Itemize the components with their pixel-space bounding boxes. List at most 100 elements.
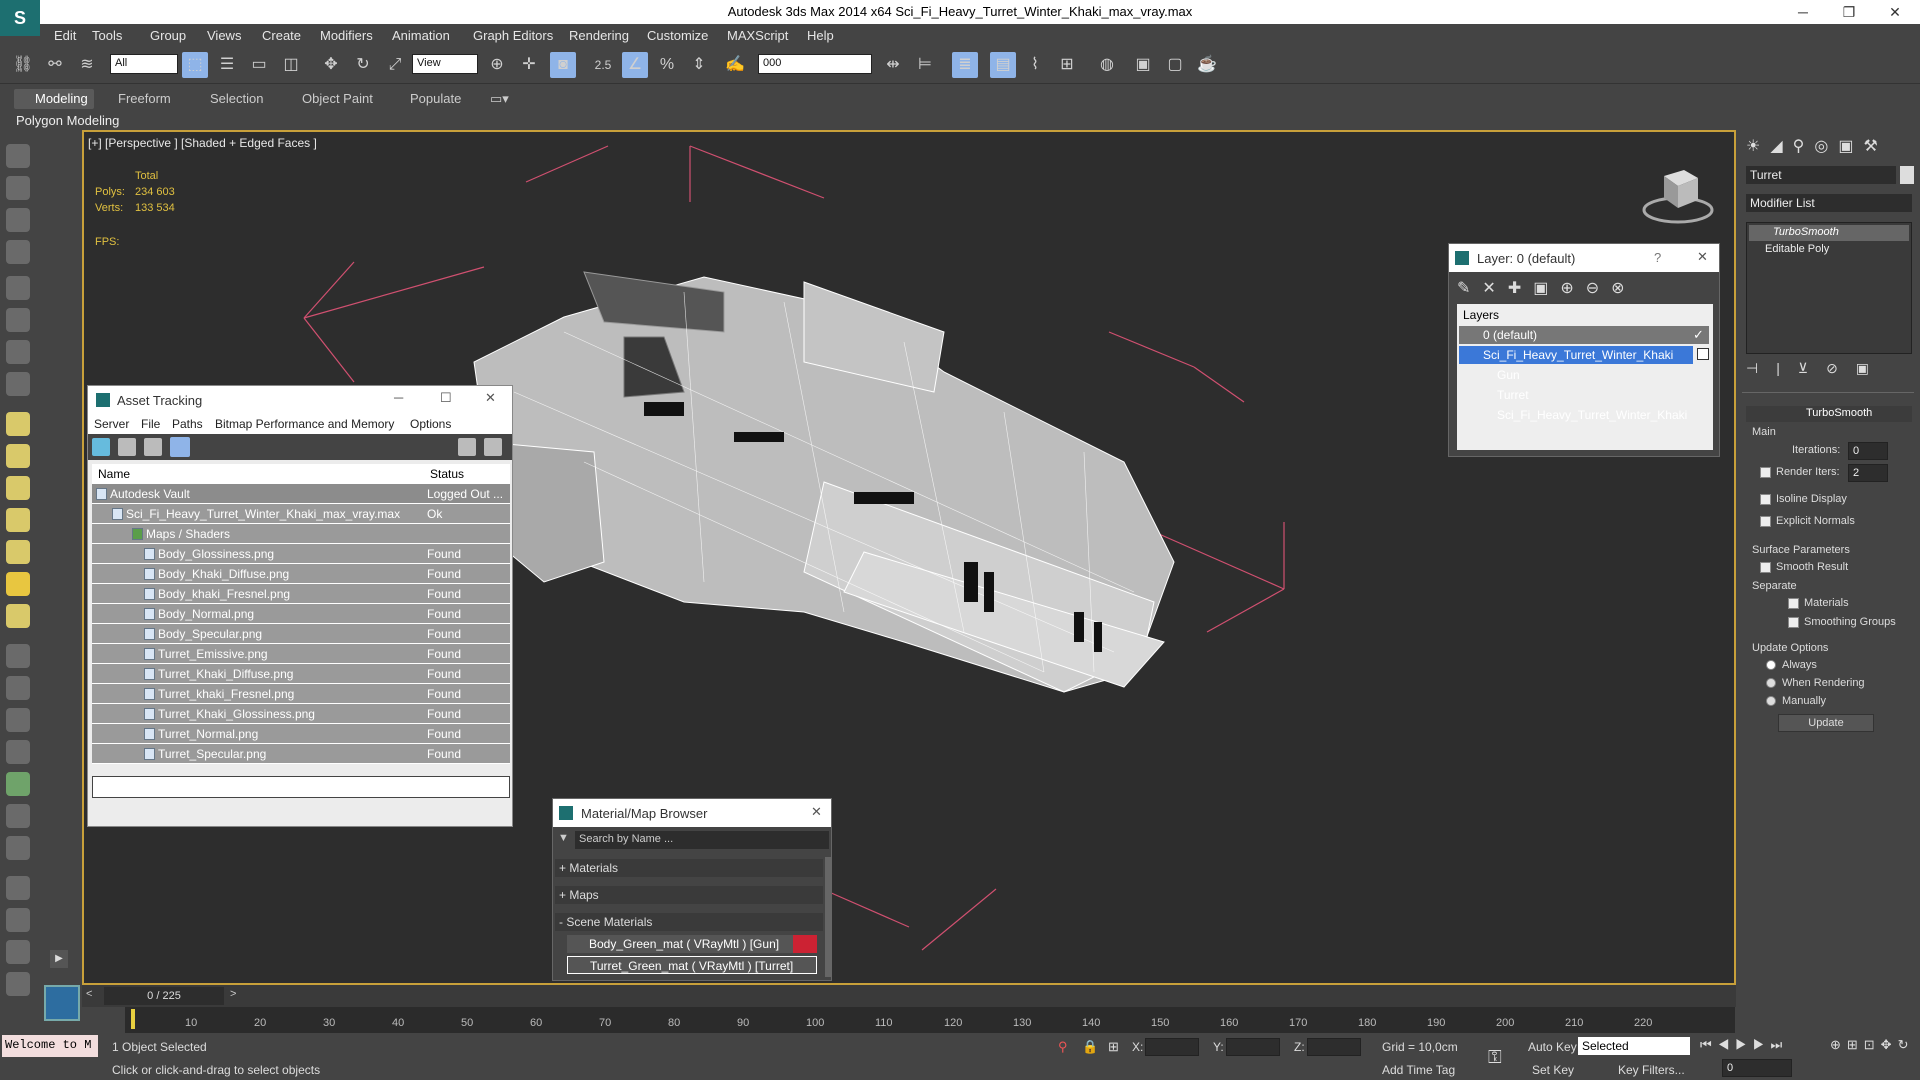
list-view-icon[interactable]	[118, 438, 136, 456]
cylinder-icon[interactable]	[6, 476, 30, 500]
close-icon[interactable]: ✕	[1872, 0, 1918, 24]
render-frame-icon[interactable]	[6, 176, 30, 200]
close-icon[interactable]: ✕	[1697, 249, 1708, 265]
scene-icon[interactable]	[6, 940, 30, 964]
layer-toolbar-icons[interactable]: ✎✕✚▣⊕⊖⊗	[1457, 278, 1637, 298]
ribbon-options-icon[interactable]: ▭▾	[490, 91, 509, 107]
layer-manager-icon[interactable]: ≣	[952, 52, 978, 78]
select-manipulate-icon[interactable]: ✛	[516, 52, 542, 78]
asset-path-field[interactable]	[92, 776, 510, 798]
cone-icon[interactable]	[6, 540, 30, 564]
stack-item-editable-poly[interactable]: Editable Poly	[1749, 242, 1909, 258]
graphite-toggle-icon[interactable]: ▤	[990, 52, 1016, 78]
pivot-center-icon[interactable]: ⊕	[484, 52, 510, 78]
helper-icon[interactable]	[6, 676, 30, 700]
edit-named-sel-icon[interactable]: ✍	[722, 52, 748, 78]
rect-selection-icon[interactable]: ▭	[246, 52, 272, 78]
menu-modifiers[interactable]: Modifiers	[320, 28, 373, 43]
ik-icon[interactable]	[6, 708, 30, 732]
menu-options[interactable]: Options	[410, 417, 451, 431]
angle-snap-icon[interactable]: ∠	[622, 52, 648, 78]
bind-space-warp-icon[interactable]: ≋	[74, 52, 100, 78]
asset-tracking-titlebar[interactable]: Asset Tracking ─ ☐ ✕	[88, 386, 512, 414]
materials-checkbox[interactable]	[1788, 598, 1799, 609]
isoline-checkbox[interactable]	[1760, 494, 1771, 505]
scale-icon[interactable]: ⤢	[382, 52, 408, 78]
app-logo-icon[interactable]: S	[0, 0, 40, 36]
checkmark-icon[interactable]: ✓	[1693, 327, 1704, 343]
viewcube-icon[interactable]	[1642, 166, 1714, 226]
prev-frame-icon[interactable]: <	[86, 988, 92, 1000]
stars-icon[interactable]	[6, 644, 30, 668]
x-coord-field[interactable]	[1145, 1038, 1199, 1056]
update-button[interactable]: Update	[1778, 714, 1874, 732]
table-row[interactable]: Turret_Normal.png Found	[92, 724, 510, 744]
rollout-header[interactable]: TurboSmooth	[1746, 406, 1912, 422]
globe-icon[interactable]	[6, 740, 30, 764]
ear-icon[interactable]	[6, 340, 30, 364]
link-icon[interactable]: ⛓	[10, 52, 36, 78]
auto-key-button[interactable]: Auto Key	[1528, 1040, 1577, 1054]
menu-customize[interactable]: Customize	[647, 28, 708, 43]
sun-icon[interactable]	[6, 572, 30, 596]
close-icon[interactable]: ✕	[485, 390, 496, 406]
current-frame-marker[interactable]	[131, 1009, 135, 1029]
curve-editor-icon[interactable]: ⌇	[1022, 52, 1048, 78]
selection-filter-dropdown[interactable]: All	[110, 54, 178, 74]
material-item-turret[interactable]: Turret_Green_mat ( VRayMtl ) [Turret]	[567, 956, 817, 974]
material-titlebar[interactable]: Material/Map Browser ✕	[553, 799, 831, 827]
material-item-body[interactable]: Body_Green_mat ( VRayMtl ) [Gun]	[567, 935, 817, 953]
command-panel-tabs[interactable]: ☀◢⚲◎▣⚒	[1746, 136, 1888, 156]
current-frame-field[interactable]: 0	[1722, 1059, 1792, 1077]
table-row[interactable]: Turret_Emissive.png Found	[92, 644, 510, 664]
menu-paths[interactable]: Paths	[172, 417, 203, 431]
menu-group[interactable]: Group	[150, 28, 186, 43]
table-row[interactable]: Body_Khaki_Diffuse.png Found	[92, 564, 510, 584]
clipboard-icon[interactable]	[6, 972, 30, 996]
reference-coord-dropdown[interactable]: View	[412, 54, 478, 74]
next-frame-icon[interactable]: >	[230, 988, 236, 1000]
col-name[interactable]: Name	[98, 467, 130, 481]
current-layer-box[interactable]	[1697, 348, 1709, 360]
table-row[interactable]: Turret_Khaki_Diffuse.png Found	[92, 664, 510, 684]
tab-modeling[interactable]: Modeling	[35, 91, 88, 106]
playback-controls[interactable]: ⏮◀▶▶⏭	[1700, 1037, 1788, 1053]
material-search-field[interactable]: Search by Name ...	[575, 831, 829, 849]
stack-toolbar-icons[interactable]: ⊣|⊻⊘▣	[1746, 360, 1887, 377]
absolute-mode-icon[interactable]: ⊞	[1108, 1039, 1119, 1055]
menu-create[interactable]: Create	[262, 28, 301, 43]
keyboard-shortcut-icon[interactable]: ◙	[550, 52, 576, 78]
plant-icon[interactable]	[6, 772, 30, 796]
rendered-frame-icon[interactable]: ▢	[1162, 52, 1188, 78]
menu-views[interactable]: Views	[207, 28, 241, 43]
schematic-view-icon[interactable]: ⊞	[1054, 52, 1080, 78]
help2-icon[interactable]	[484, 438, 502, 456]
smooth-result-checkbox[interactable]	[1760, 562, 1771, 573]
material-editor-icon[interactable]: ◍	[1094, 52, 1120, 78]
menu-maxscript[interactable]: MAXScript	[727, 28, 788, 43]
layer-row-0[interactable]: 0 (default) ✓	[1459, 326, 1709, 344]
manually-radio[interactable]	[1766, 696, 1776, 706]
camera-icon[interactable]	[6, 308, 30, 332]
sphere-blue-icon[interactable]	[6, 876, 30, 900]
menu-file[interactable]: File	[141, 417, 160, 431]
add-time-tag[interactable]: Add Time Tag	[1382, 1063, 1455, 1077]
col-status[interactable]: Status	[430, 467, 464, 481]
table-row[interactable]: Autodesk Vault Logged Out ...	[92, 484, 510, 504]
always-radio[interactable]	[1766, 660, 1776, 670]
render-icon[interactable]: ☕	[1194, 52, 1220, 78]
layer-item-turret[interactable]: Turret	[1497, 388, 1529, 402]
script-icon[interactable]	[6, 908, 30, 932]
select-object-icon[interactable]: ⬚	[182, 52, 208, 78]
object-color-swatch[interactable]	[1900, 166, 1914, 184]
table-row[interactable]: Sci_Fi_Heavy_Turret_Winter_Khaki_max_vra…	[92, 504, 510, 524]
material-scrollbar[interactable]	[825, 857, 831, 977]
modifier-list-dropdown[interactable]: Modifier List	[1746, 194, 1912, 212]
grid-view-icon[interactable]	[170, 437, 190, 457]
align-icon[interactable]: ⊨	[912, 52, 938, 78]
snap-toggle-icon[interactable]: 2.5	[590, 52, 616, 78]
menu-tools[interactable]: Tools	[92, 28, 122, 43]
menu-graph-editors[interactable]: Graph Editors	[473, 28, 553, 43]
hair-icon[interactable]	[6, 804, 30, 828]
layer-titlebar[interactable]: Layer: 0 (default) ? ✕	[1449, 244, 1719, 272]
